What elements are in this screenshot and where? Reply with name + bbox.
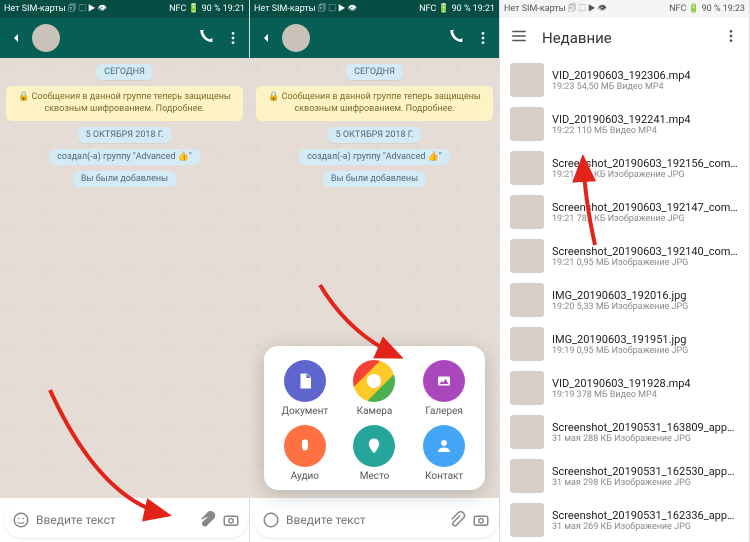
file-meta: 31 мая 288 КБ Изображение JPG [552,434,739,444]
whatsapp-chat-screen-2: Нет SIM-карты 🗊 ⬚ ▶ 👁 NFC🔋90 %19:21 СЕГО… [250,0,500,542]
annotation-arrow [310,275,420,374]
file-thumb [510,239,544,273]
file-row[interactable]: VID_20190603_191928.mp419:19 378 МБ Виде… [500,366,749,410]
encryption-notice[interactable]: 🔒 Сообщения в данной группе теперь защищ… [6,86,243,121]
file-name: VID_20190603_192306.mp4 [552,69,739,82]
file-name: Screenshot_20190531_162530_app… [552,465,739,478]
file-thumb [510,459,544,493]
file-thumb [510,283,544,317]
status-bar: Нет SIM-карты 🗊 ⬚ ▶ 👁 NFC🔋90 % 19:21 [0,0,249,18]
file-row[interactable]: VID_20190603_192306.mp419:23 54,50 МБ Ви… [500,58,749,102]
annotation-arrow [40,380,200,534]
hamburger-icon[interactable] [510,27,528,49]
attach-audio[interactable]: Аудио [270,425,340,482]
file-meta: 19:20 5,33 МБ Изображение JPG [552,302,739,312]
file-meta: 31 мая 298 КБ Изображение JPG [552,478,739,488]
emoji-icon[interactable] [12,511,30,529]
file-row[interactable]: Screenshot_20190603_192147_com…19:21 782… [500,190,749,234]
message-field[interactable] [254,502,498,538]
back-icon[interactable] [256,28,276,48]
file-list[interactable]: VID_20190603_192306.mp419:23 54,50 МБ Ви… [500,58,749,542]
camera-icon[interactable] [222,511,240,529]
camera-icon[interactable] [472,511,490,529]
file-row[interactable]: Screenshot_20190531_162530_app…31 мая 29… [500,454,749,498]
file-meta: 19:22 110 МБ Видео MP4 [552,126,739,136]
file-name: VID_20190603_191928.mp4 [552,377,739,390]
file-thumb [510,151,544,185]
file-name: IMG_20190603_191951.jpg [552,333,739,346]
chat-header[interactable] [250,18,499,58]
input-bar [250,498,499,542]
status-bar: Нет SIM-карты 🗊 ⬚ ▶ 👁 NFC🔋90 %19:21 [250,0,499,18]
file-meta: 19:19 0,95 МБ Изображение JPG [552,346,739,356]
status-bar: Нет SIM-карты 🗊 ⬚ ▶ 👁 NFC🔋90 %19:23 [500,0,749,18]
emoji-icon[interactable] [262,511,280,529]
files-title: Недавние [542,29,709,47]
attach-icon[interactable] [198,511,216,529]
menu-icon[interactable] [223,28,243,48]
file-row[interactable]: IMG_20190603_191951.jpg19:19 0,95 МБ Изо… [500,322,749,366]
date-label: 5 ОКТЯБРЯ 2018 Г. [78,127,172,143]
chat-header[interactable] [0,18,249,58]
file-row[interactable]: VID_20190603_192241.mp419:22 110 МБ Виде… [500,102,749,146]
file-thumb [510,371,544,405]
attach-location[interactable]: Место [340,425,410,482]
whatsapp-chat-screen-1: Нет SIM-карты 🗊 ⬚ ▶ 👁 NFC🔋90 % 19:21 СЕГ… [0,0,250,542]
attach-contact[interactable]: Контакт [409,425,479,482]
file-row[interactable]: Screenshot_20190603_192156_com…19:21 593… [500,146,749,190]
annotation-arrow [555,150,615,254]
you-added-msg: Вы были добавлены [73,171,176,187]
file-meta: 19:21 0,95 МБ Изображение JPG [552,258,739,268]
call-icon[interactable] [197,28,217,48]
group-created-msg: создал(-а) группу "Advanced 👍" [49,149,200,165]
files-header: Недавние [500,18,749,58]
group-avatar[interactable] [32,24,60,52]
file-meta: 19:23 54,50 МБ Видео MP4 [552,82,739,92]
file-thumb [510,327,544,361]
file-row[interactable]: Screenshot_20190603_192140_com…19:21 0,9… [500,234,749,278]
file-picker-screen: Нет SIM-карты 🗊 ⬚ ▶ 👁 NFC🔋90 %19:23 Неда… [500,0,750,542]
menu-icon[interactable] [473,28,493,48]
menu-icon[interactable] [723,28,739,48]
file-thumb [510,503,544,537]
message-input[interactable] [286,513,442,527]
file-thumb [510,107,544,141]
file-meta: 31 мая 269 КБ Изображение JPG [552,522,739,532]
group-avatar[interactable] [282,24,310,52]
back-icon[interactable] [6,28,26,48]
file-row[interactable]: IMG_20190603_192016.jpg19:20 5,33 МБ Изо… [500,278,749,322]
file-name: VID_20190603_192241.mp4 [552,113,739,126]
file-thumb [510,63,544,97]
file-thumb [510,195,544,229]
attach-icon[interactable] [448,511,466,529]
file-meta: 19:19 378 МБ Видео MP4 [552,390,739,400]
date-today: СЕГОДНЯ [96,64,153,80]
file-row[interactable]: Screenshot_20190531_162336_app…31 мая 26… [500,498,749,542]
file-row[interactable]: Screenshot_20190531_163809_app…31 мая 28… [500,410,749,454]
file-name: Screenshot_20190531_163809_app… [552,421,739,434]
file-name: IMG_20190603_192016.jpg [552,289,739,302]
file-name: Screenshot_20190531_162336_app… [552,509,739,522]
file-thumb [510,415,544,449]
call-icon[interactable] [447,28,467,48]
